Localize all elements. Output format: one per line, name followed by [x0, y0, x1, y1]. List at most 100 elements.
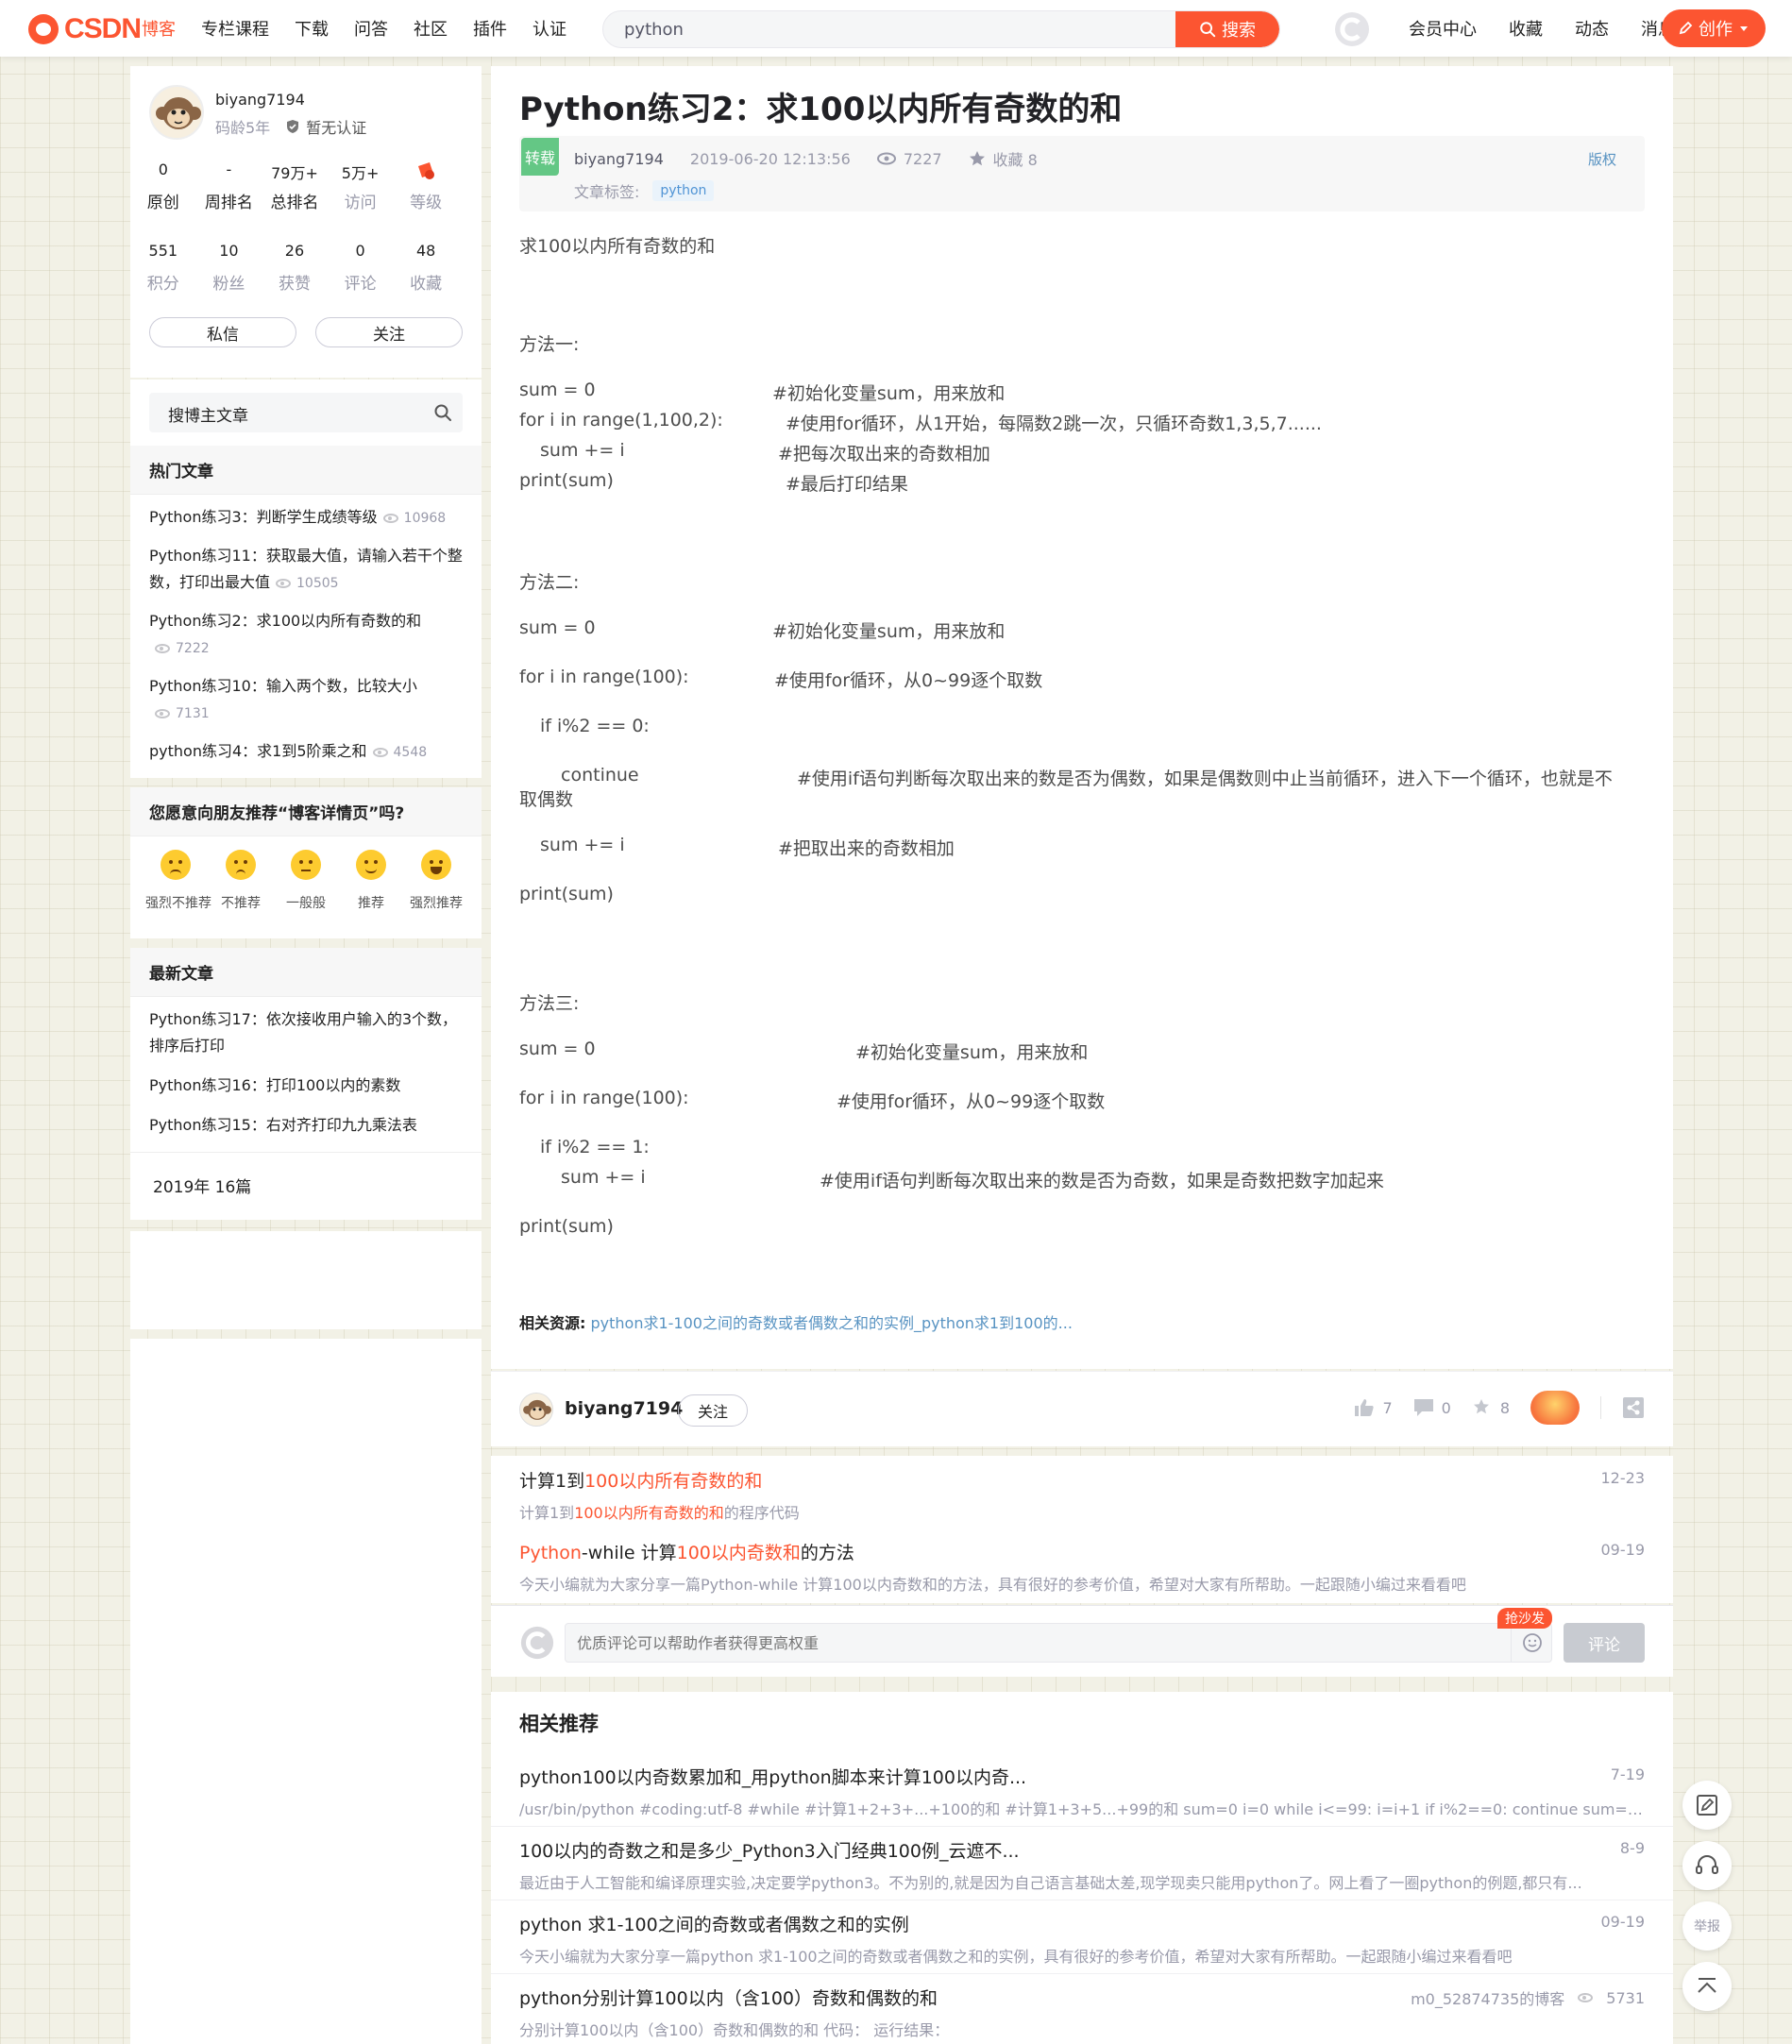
related-article-title: Python-while 计算100以内奇数和的方法 — [519, 1539, 1645, 1564]
newest-article-item[interactable]: Python练习15：右对齐打印九九乘法表 — [149, 1112, 465, 1139]
recommendation-item[interactable]: python100以内奇数累加和_用python脚本来计算100以内奇... /… — [519, 1764, 1645, 1819]
title-part: 计算1到 — [519, 1471, 585, 1492]
toolbar-author-name[interactable]: biyang7194 — [565, 1398, 683, 1419]
recommendation-item[interactable]: 100以内的奇数之和是多少_Python3入门经典100例_云遮不... 最近由… — [519, 1837, 1645, 1893]
activity-link[interactable]: 动态 — [1575, 16, 1609, 41]
stat-comments[interactable]: 0 评论 — [328, 242, 394, 294]
edit-tool-button[interactable] — [1682, 1781, 1732, 1830]
reward-icon[interactable] — [1530, 1391, 1580, 1425]
toolbar-divider — [1600, 1396, 1601, 1419]
nav-download[interactable]: 下载 — [295, 16, 329, 41]
recommend-survey-title: 您愿意向朋友推荐“博客详情页”吗? — [130, 787, 482, 836]
create-button[interactable]: 创作 — [1662, 9, 1766, 47]
avatar[interactable] — [149, 85, 204, 140]
share-icon[interactable] — [1622, 1396, 1645, 1419]
rating-neutral[interactable]: 一般般 — [276, 850, 336, 912]
comment-input[interactable] — [565, 1623, 1552, 1663]
code-comment: #最后打印结果 — [786, 474, 908, 495]
blog-search-card: 搜博主文章 — [130, 380, 482, 446]
toolbar-actions: 7 0 8 — [1354, 1391, 1645, 1425]
related-article-item[interactable]: Python-while 计算100以内奇数和的方法 今天小编就为大家分享一篇P… — [519, 1539, 1645, 1595]
related-article-date: 12-23 — [1600, 1469, 1646, 1487]
hot-article-item[interactable]: Python练习11：获取最大值，请输入若干个整数，打印出最大值 10505 — [149, 543, 465, 597]
newest-article-item[interactable]: Python练习16：打印100以内的素数 — [149, 1073, 465, 1099]
report-button[interactable]: 举报 — [1682, 1901, 1732, 1951]
rating-not-recommend[interactable]: 不推荐 — [211, 850, 271, 912]
recommendation-item[interactable]: python分别计算100以内（含100）奇数和偶数的和 分别计算100以内（含… — [519, 1985, 1645, 2040]
shield-icon — [287, 120, 299, 133]
search-button[interactable]: 搜索 — [1175, 11, 1279, 47]
pen-icon — [1679, 21, 1693, 35]
hot-article-item[interactable]: Python练习10：输入两个数，比较大小 7131 — [149, 673, 465, 727]
csdn-logo[interactable]: CSDN — [28, 13, 142, 45]
search-input[interactable] — [603, 11, 1175, 47]
stat-total-rank[interactable]: 79万+ 总排名 — [262, 160, 328, 212]
rating-strongly-recommend[interactable]: 强烈推荐 — [406, 850, 466, 912]
method-heading: 方法一: — [519, 334, 580, 355]
search-icon[interactable] — [423, 393, 463, 432]
toolbar-follow-button[interactable]: 关注 — [678, 1394, 748, 1427]
recommendation-item[interactable]: python 求1-100之间的奇数或者偶数之和的实例 今天小编就为大家分享一篇… — [519, 1911, 1645, 1967]
nav-blog[interactable]: 博客 — [142, 16, 176, 41]
search-icon — [1200, 22, 1216, 38]
comment-button[interactable]: 0 — [1413, 1398, 1451, 1417]
tag-python[interactable]: python — [652, 180, 715, 201]
archive-link[interactable]: 2019年 16篇 — [130, 1152, 482, 1197]
recommendation-title: 100以内的奇数之和是多少_Python3入门经典100例_云遮不... — [519, 1841, 1020, 1862]
private-message-button[interactable]: 私信 — [149, 317, 296, 347]
stat-points[interactable]: 551 积分 — [130, 242, 196, 294]
neutral-face-icon — [291, 850, 321, 880]
eye-icon — [155, 709, 170, 718]
code-comment: #使用for循环，从1开始，每隔数2跳一次，只循环奇数1,3,5,7...... — [786, 414, 1322, 434]
stat-fans[interactable]: 10 粉丝 — [196, 242, 262, 294]
sofa-badge: 抢沙发 — [1497, 1608, 1552, 1629]
profile-username[interactable]: biyang7194 — [215, 91, 305, 109]
emoji-icon — [1522, 1633, 1542, 1652]
recommendation-source[interactable]: m0_52874735的博客 — [1411, 1986, 1564, 2009]
recommendation-views: 5731 — [1606, 1988, 1645, 2007]
related-resource-link[interactable]: python求1-100之间的奇数或者偶数之和的实例_python求1到100的… — [591, 1314, 1073, 1332]
member-center-link[interactable]: 会员中心 — [1409, 16, 1477, 41]
comment-submit-button[interactable]: 评论 — [1564, 1623, 1645, 1663]
emoji-button[interactable] — [1511, 1623, 1552, 1663]
customer-service-button[interactable] — [1682, 1841, 1732, 1890]
newest-article-item[interactable]: Python练习17：依次接收用户输入的3个数，排序后打印 — [149, 1006, 465, 1059]
hot-article-item[interactable]: Python练习3：判断学生成绩等级 10968 — [149, 504, 465, 532]
csdn-c-icon[interactable] — [1333, 10, 1371, 48]
code-line: sum += i — [561, 1167, 646, 1188]
article-author[interactable]: biyang7194 — [574, 150, 664, 168]
recommendations-title: 相关推荐 — [519, 1713, 599, 1735]
nav-qa[interactable]: 问答 — [354, 16, 388, 41]
article-favorites[interactable]: 收藏 8 — [969, 147, 1038, 170]
view-count: 7131 — [149, 706, 210, 721]
rating-strongly-not-recommend[interactable]: 强烈不推荐 — [145, 850, 211, 912]
like-button[interactable]: 7 — [1354, 1398, 1393, 1417]
stat-visits[interactable]: 5万+ 访问 — [328, 160, 394, 212]
hot-article-title: Python练习10：输入两个数，比较大小 — [149, 677, 417, 695]
nav-certification[interactable]: 认证 — [533, 16, 566, 41]
profile-stats-row2: 551 积分 10 粉丝 26 获赞 0 评论 48 收藏 — [130, 242, 482, 294]
nav-courses[interactable]: 专栏课程 — [201, 16, 269, 41]
toolbar-avatar[interactable] — [519, 1393, 553, 1427]
rating-recommend[interactable]: 推荐 — [341, 850, 401, 912]
stat-week-rank[interactable]: - 周排名 — [196, 160, 262, 212]
related-recommendations: 相关推荐 python100以内奇数累加和_用python脚本来计算100以内奇… — [491, 1692, 1673, 2044]
follow-button[interactable]: 关注 — [315, 317, 463, 347]
related-article-item[interactable]: 计算1到100以内所有奇数的和 计算1到100以内所有奇数的和的程序代码 12-… — [519, 1467, 1645, 1523]
blog-search-input[interactable]: 搜博主文章 — [149, 393, 463, 432]
hot-article-item[interactable]: Python练习2：求100以内所有奇数的和 7222 — [149, 608, 465, 662]
nav-plugin[interactable]: 插件 — [473, 16, 507, 41]
stat-original[interactable]: 0 原创 — [130, 160, 196, 212]
copyright-link[interactable]: 版权 — [1588, 149, 1616, 169]
stat-favorites[interactable]: 48 收藏 — [393, 242, 459, 294]
back-to-top-button[interactable] — [1682, 1962, 1732, 2011]
stat-likes[interactable]: 26 获赞 — [262, 242, 328, 294]
hot-article-item[interactable]: python练习4：求1到5阶乘之和 4548 — [149, 738, 465, 766]
rating-label: 推荐 — [358, 896, 384, 911]
rating-label: 强烈不推荐 — [145, 896, 211, 911]
nav-community[interactable]: 社区 — [414, 16, 448, 41]
favorite-button[interactable]: 8 — [1472, 1398, 1510, 1417]
stat-level[interactable]: 等级 — [393, 160, 459, 212]
favorites-link[interactable]: 收藏 — [1509, 16, 1543, 41]
stat-label: 周排名 — [204, 194, 253, 212]
